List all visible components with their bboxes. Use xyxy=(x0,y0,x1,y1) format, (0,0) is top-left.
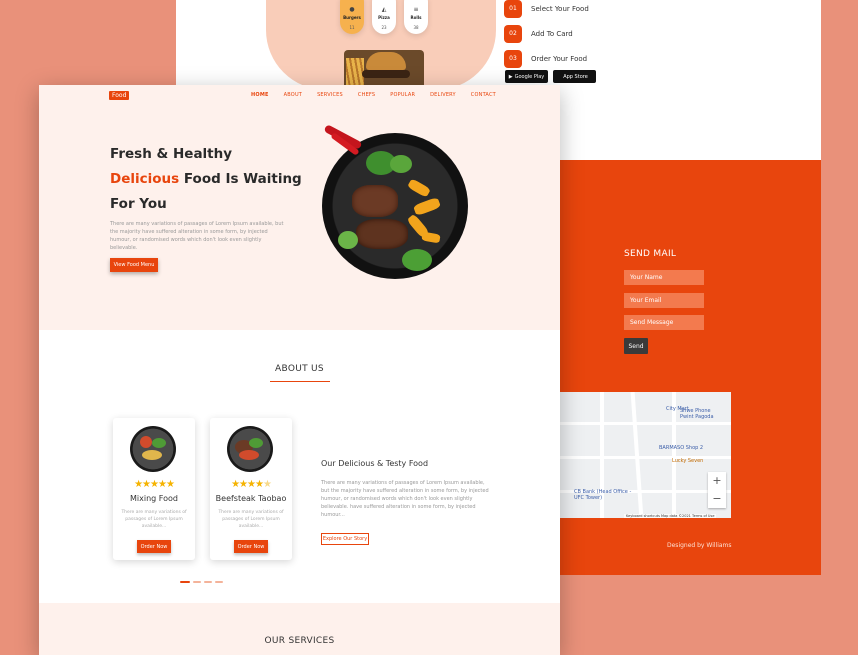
category-name: Burgers xyxy=(343,15,361,20)
beefsteak-image xyxy=(227,426,273,472)
category-count: 11 xyxy=(349,25,355,30)
nav-contact[interactable]: CONTACT xyxy=(471,92,496,98)
send-button[interactable]: Send xyxy=(624,338,648,354)
store-label: Google Play xyxy=(514,73,545,80)
map-label: BARMASO Shop 2 xyxy=(659,445,704,451)
category-count: 23 xyxy=(381,25,387,30)
hero-line-2-rest: Food Is Waiting xyxy=(179,171,302,187)
nav-delivery[interactable]: DELIVERY xyxy=(430,92,456,98)
app-store-badges: ▶ Google Play App Store xyxy=(505,70,596,83)
about-underline xyxy=(270,381,330,382)
nav-services[interactable]: SERVICES xyxy=(317,92,343,98)
pizza-icon: ◭ xyxy=(381,6,387,13)
front-page-preview: Food HOME ABOUT SERVICES CHEFS POPULAR D… xyxy=(39,85,560,655)
category-name: Rolls xyxy=(410,15,422,20)
food-card-name: Beefsteak Taobao xyxy=(215,494,287,503)
hero-line-3: For You xyxy=(110,196,167,212)
zoom-out-button[interactable]: − xyxy=(708,490,726,508)
rolls-icon: ≡ xyxy=(413,6,419,13)
step-text: Add To Card xyxy=(531,29,573,38)
map-zoom-controls: + − xyxy=(708,472,726,508)
hero-line-1: Fresh & Healthy xyxy=(110,146,233,162)
step-text: Select Your Food xyxy=(531,4,589,13)
step-text: Order Your Food xyxy=(531,54,588,63)
step-item: 01 Select Your Food xyxy=(504,0,589,21)
step-number: 02 xyxy=(504,24,522,43)
hero-food-image xyxy=(322,133,468,279)
story-description: There are many variations of passages of… xyxy=(321,480,489,518)
slider-dot[interactable] xyxy=(180,581,190,583)
star-rating: ★★★★★ xyxy=(134,479,175,490)
hero-section: Food HOME ABOUT SERVICES CHEFS POPULAR D… xyxy=(39,85,560,330)
name-field[interactable]: Your Name xyxy=(624,270,704,285)
slider-dot[interactable] xyxy=(193,581,201,583)
nav-home[interactable]: HOME xyxy=(251,92,269,98)
food-card-name: Mixing Food xyxy=(130,494,178,503)
about-title: ABOUT US xyxy=(275,364,324,374)
app-store-badge[interactable]: App Store xyxy=(553,70,596,83)
slider-dot[interactable] xyxy=(204,581,212,583)
hero-accent-word: Delicious xyxy=(110,171,180,187)
google-play-badge[interactable]: ▶ Google Play xyxy=(505,70,548,83)
map-label: Shwe Phone Pwint Pagoda xyxy=(680,408,714,420)
hero-line-2: Delicious Food Is Waiting xyxy=(110,167,302,192)
explore-story-button[interactable]: Explore Our Story xyxy=(321,533,369,545)
footer-credit: Designed by Williams xyxy=(667,542,732,549)
step-number: 03 xyxy=(504,49,522,68)
food-card[interactable]: ★★★★★ Mixing Food There are many variati… xyxy=(113,418,195,560)
map-label: Lucky Seven xyxy=(672,458,704,464)
hero-description: There are many variations of passages of… xyxy=(110,221,284,251)
services-title: OUR SERVICES xyxy=(264,636,335,646)
category-name: Pizza xyxy=(378,15,390,20)
nav-popular[interactable]: POPULAR xyxy=(390,92,415,98)
food-card-description: There are many variations of passages of… xyxy=(218,510,284,529)
story-title: Our Delicious & Testy Food xyxy=(321,459,429,468)
order-now-button[interactable]: Order Now xyxy=(137,540,171,553)
email-field[interactable]: Your Email xyxy=(624,293,704,308)
send-mail-title: SEND MAIL xyxy=(624,249,677,259)
food-card-description: There are many variations of passages of… xyxy=(121,510,187,529)
services-section: OUR SERVICES xyxy=(39,603,560,655)
category-list: ● Burgers 11 ◭ Pizza 23 ≡ Rolls 38 xyxy=(340,0,428,34)
slider-dots xyxy=(180,581,223,583)
location-map[interactable]: City Mart Shwe Phone Pwint Pagoda BARMAS… xyxy=(560,392,731,518)
order-steps: 01 Select Your Food 02 Add To Card 03 Or… xyxy=(504,0,589,71)
zoom-in-button[interactable]: + xyxy=(708,472,726,490)
category-rolls[interactable]: ≡ Rolls 38 xyxy=(404,0,428,34)
message-field[interactable]: Send Message xyxy=(624,315,704,330)
burger-image[interactable] xyxy=(344,50,424,90)
mixing-food-image xyxy=(130,426,176,472)
category-burgers[interactable]: ● Burgers 11 xyxy=(340,0,364,34)
food-card[interactable]: ★★★★★ Beefsteak Taobao There are many va… xyxy=(210,418,292,560)
order-now-button[interactable]: Order Now xyxy=(234,540,268,553)
step-item: 02 Add To Card xyxy=(504,21,589,46)
play-icon: ▶ xyxy=(508,73,513,80)
step-number: 01 xyxy=(504,0,522,18)
category-pizza[interactable]: ◭ Pizza 23 xyxy=(372,0,396,34)
slider-dot[interactable] xyxy=(215,581,223,583)
map-label: CB Bank (Head Office - UFC Tower) xyxy=(574,489,632,501)
view-food-menu-button[interactable]: View Food Menu xyxy=(110,258,158,272)
nav-chefs[interactable]: CHEFS xyxy=(358,92,375,98)
store-label: App Store xyxy=(563,73,588,80)
burger-icon: ● xyxy=(349,6,355,13)
step-item: 03 Order Your Food xyxy=(504,46,589,71)
main-nav: HOME ABOUT SERVICES CHEFS POPULAR DELIVE… xyxy=(251,92,511,98)
hero-heading: Fresh & Healthy Delicious Food Is Waitin… xyxy=(110,142,302,217)
star-rating: ★★★★★ xyxy=(231,479,272,490)
map-attribution: Keyboard shortcuts Map data ©2021 Terms … xyxy=(624,514,717,518)
nav-about[interactable]: ABOUT xyxy=(284,92,302,98)
logo[interactable]: Food xyxy=(109,91,130,100)
category-count: 38 xyxy=(413,25,419,30)
